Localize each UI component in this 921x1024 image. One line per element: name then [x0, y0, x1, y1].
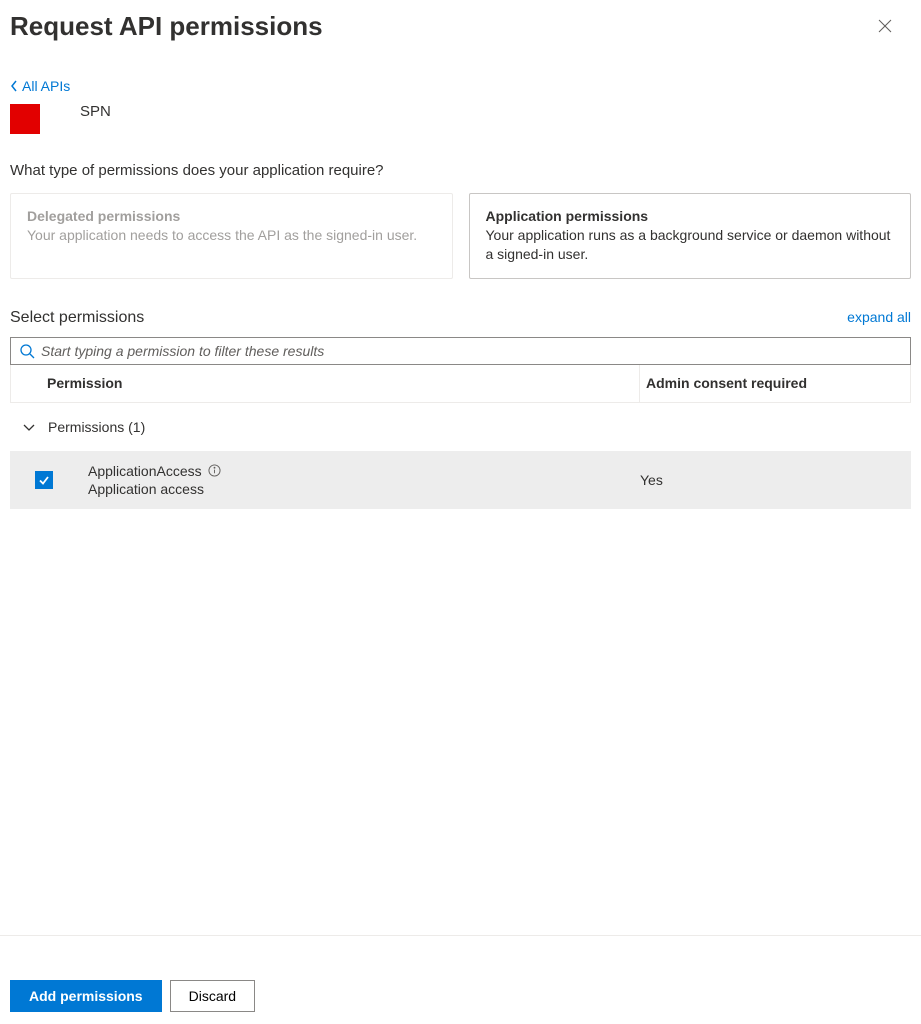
chevron-down-icon [22, 420, 36, 434]
close-button[interactable] [869, 10, 901, 42]
app-info: SPN [10, 104, 911, 134]
permission-type-question: What type of permissions does your appli… [10, 162, 911, 179]
search-icon [19, 343, 35, 359]
chevron-left-icon [10, 80, 18, 92]
permissions-group-toggle[interactable]: Permissions (1) [10, 403, 911, 451]
column-permission: Permission [11, 375, 639, 391]
application-card-desc: Your application runs as a background se… [486, 226, 895, 264]
expand-all-link[interactable]: expand all [847, 309, 911, 325]
delegated-card-title: Delegated permissions [27, 208, 436, 224]
permissions-table-header: Permission Admin consent required [10, 365, 911, 403]
add-permissions-button[interactable]: Add permissions [10, 980, 162, 1012]
app-name: SPN [80, 103, 111, 120]
permission-checkbox[interactable] [35, 471, 53, 489]
dialog-title: Request API permissions [10, 11, 323, 42]
checkmark-icon [38, 474, 50, 486]
permission-name: ApplicationAccess [88, 463, 202, 479]
footer-divider [0, 935, 921, 936]
permission-row[interactable]: ApplicationAccess Application access Yes [10, 451, 911, 509]
info-icon[interactable] [208, 464, 221, 477]
discard-button[interactable]: Discard [170, 980, 255, 1012]
delegated-card-desc: Your application needs to access the API… [27, 226, 436, 245]
permission-description: Application access [88, 481, 640, 497]
permission-admin-consent: Yes [640, 472, 663, 488]
delegated-permissions-card[interactable]: Delegated permissions Your application n… [10, 193, 453, 279]
application-card-title: Application permissions [486, 208, 895, 224]
permissions-group-label: Permissions (1) [48, 419, 145, 435]
app-icon [10, 104, 40, 134]
column-admin-consent: Admin consent required [639, 365, 910, 402]
close-icon [878, 19, 892, 33]
back-all-apis-link[interactable]: All APIs [10, 78, 70, 94]
permission-search-input[interactable] [41, 343, 902, 359]
back-link-label: All APIs [22, 78, 70, 94]
select-permissions-title: Select permissions [10, 309, 144, 327]
permission-name-row: ApplicationAccess [88, 463, 221, 479]
permission-search-box[interactable] [10, 337, 911, 365]
application-permissions-card[interactable]: Application permissions Your application… [469, 193, 912, 279]
